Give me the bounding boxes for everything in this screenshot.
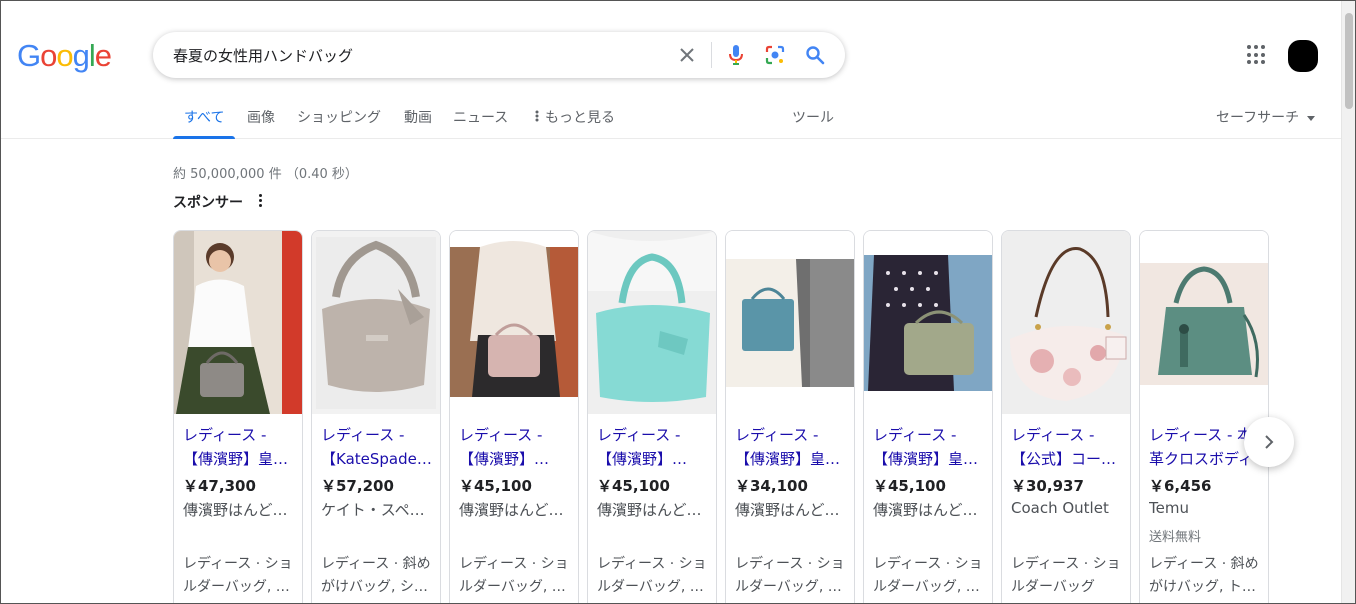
sponsored-label: スポンサー [173, 195, 243, 211]
product-card[interactable]: レディース - 【傳濱野】皇… ￥45,100 傳濱野はんど… レディース · … [863, 230, 993, 603]
product-seller: 傳濱野はんど… [873, 501, 978, 519]
product-image[interactable] [312, 231, 440, 414]
product-seller: 傳濱野はんど… [183, 501, 288, 519]
product-image[interactable] [1002, 231, 1130, 414]
safe-search-label: セーフサーチ [1216, 110, 1300, 126]
product-title-line1[interactable]: レディース - [1011, 423, 1129, 447]
tools-button[interactable]: ツール [792, 107, 834, 127]
product-seller: Temu [1149, 499, 1189, 517]
product-category-line1: レディース · 斜め [321, 556, 431, 572]
product-category-line2: ルダーバッグ [1011, 579, 1095, 595]
product-image[interactable] [726, 231, 854, 414]
product-category-line2: ルダーバッグ, … [459, 579, 566, 595]
browser-viewport: Google 春夏の女性用ハンドバッグ すべて 画像 ショッピング 動画 ニュー… [0, 0, 1356, 604]
account-avatar[interactable] [1288, 40, 1318, 72]
product-title-line2[interactable]: 【傳濱野】皇… [735, 447, 851, 471]
scrollbar-thumb[interactable] [1345, 13, 1353, 109]
dropdown-arrow-icon [1307, 115, 1316, 121]
product-image[interactable] [1140, 231, 1268, 414]
product-price: ￥57,200 [321, 477, 394, 495]
product-category-line2: がけバッグ, シ… [321, 579, 428, 595]
product-title-line2[interactable]: 【KateSpade… [321, 447, 437, 471]
product-price: ￥45,100 [873, 477, 946, 495]
product-price: ￥45,100 [597, 477, 670, 495]
product-title-line2[interactable]: 【公式】コー… [1011, 447, 1127, 471]
product-category-line2: ルダーバッグ, … [183, 579, 290, 595]
product-title-line2[interactable]: 【傳濱野】… [597, 447, 713, 471]
product-category-line1: レディース · 斜め [1149, 556, 1259, 572]
google-logo[interactable]: Google [17, 38, 112, 74]
lens-camera-icon[interactable] [763, 43, 787, 67]
tab-videos[interactable]: 動画 [404, 107, 432, 127]
microphone-icon[interactable] [724, 43, 748, 67]
tab-news[interactable]: ニュース [453, 107, 508, 127]
product-category-line2: ルダーバッグ, … [735, 579, 842, 595]
chevron-right-icon [1265, 435, 1274, 449]
apps-grid-icon[interactable] [1247, 45, 1267, 65]
product-card[interactable]: レディース - 【KateSpade… ￥57,200 ケイト・スペ… レディー… [311, 230, 441, 603]
product-title-line1[interactable]: レディース - [873, 423, 991, 447]
product-card[interactable]: レディース - 【傳濱野】… ￥45,100 傳濱野はんど… レディース · シ… [449, 230, 579, 603]
product-image[interactable] [864, 231, 992, 414]
product-card[interactable]: レディース - 【傳濱野】… ￥45,100 傳濱野はんど… レディース · シ… [587, 230, 717, 603]
product-image[interactable] [174, 231, 302, 414]
sponsored-menu-icon[interactable] [257, 194, 263, 210]
product-seller: Coach Outlet [1011, 499, 1109, 517]
product-card[interactable]: レディース - 【公式】コー… ￥30,937 Coach Outlet レディ… [1001, 230, 1131, 603]
clear-icon[interactable] [675, 43, 699, 67]
product-title-line1[interactable]: レディース - [735, 423, 853, 447]
product-price: ￥34,100 [735, 477, 808, 495]
product-title-line2[interactable]: 【傳濱野】皇… [873, 447, 989, 471]
product-seller: ケイト・スペ… [321, 501, 425, 519]
more-dots-icon [535, 110, 539, 126]
product-category-line1: レディース · ショ [1011, 556, 1121, 572]
product-title-line1[interactable]: レディース - [321, 423, 439, 447]
product-title-line2[interactable]: 【傳濱野】皇… [183, 447, 299, 471]
search-divider [711, 42, 712, 68]
search-tabs: すべて 画像 ショッピング 動画 ニュース もっと見る ツール セーフサーチ [1, 103, 1342, 139]
tab-more[interactable]: もっと見る [535, 107, 615, 127]
product-category-line1: レディース · ショ [735, 556, 845, 572]
product-category-line1: レディース · ショ [459, 556, 569, 572]
product-category-line1: レディース · ショ [183, 556, 293, 572]
product-seller: 傳濱野はんど… [735, 501, 840, 519]
tab-shopping[interactable]: ショッピング [297, 107, 381, 127]
carousel-next-button[interactable] [1244, 417, 1294, 467]
product-category-line2: ルダーバッグ, … [873, 579, 980, 595]
tab-all[interactable]: すべて [184, 107, 224, 127]
vertical-scrollbar[interactable] [1341, 1, 1355, 603]
search-input[interactable]: 春夏の女性用ハンドバッグ [173, 45, 353, 66]
product-category-line2: ルダーバッグ, … [597, 579, 704, 595]
tab-images[interactable]: 画像 [247, 107, 275, 127]
search-box[interactable]: 春夏の女性用ハンドバッグ [153, 32, 845, 78]
product-title-line2[interactable]: 【傳濱野】… [459, 447, 575, 471]
product-shipping: 送料無料 [1149, 530, 1202, 545]
search-icon[interactable] [803, 43, 827, 67]
product-category-line1: レディース · ショ [873, 556, 983, 572]
product-title-line1[interactable]: レディース - [183, 423, 301, 447]
product-price: ￥30,937 [1011, 477, 1084, 495]
product-price: ￥6,456 [1149, 477, 1212, 495]
product-image[interactable] [588, 231, 716, 414]
product-price: ￥45,100 [459, 477, 532, 495]
product-seller: 傳濱野はんど… [459, 501, 564, 519]
safe-search-menu[interactable]: セーフサーチ [1216, 107, 1316, 127]
product-card[interactable]: レディース - 本 革クロスボディ ￥6,456 Temu 送料無料 レディース… [1139, 230, 1269, 603]
product-title-line1[interactable]: レディース - [597, 423, 715, 447]
result-stats: 約 50,000,000 件 （0.40 秒） [173, 167, 358, 182]
product-category-line2: がけバッグ, ト… [1149, 579, 1256, 595]
product-carousel: レディース - 【傳濱野】皇… ￥47,300 傳濱野はんど… レディース · … [173, 230, 1271, 603]
product-image[interactable] [450, 231, 578, 414]
product-title-line1[interactable]: レディース - [459, 423, 577, 447]
product-price: ￥47,300 [183, 477, 256, 495]
product-card[interactable]: レディース - 【傳濱野】皇… ￥47,300 傳濱野はんど… レディース · … [173, 230, 303, 603]
tab-more-label: もっと見る [545, 110, 615, 126]
product-card[interactable]: レディース - 【傳濱野】皇… ￥34,100 傳濱野はんど… レディース · … [725, 230, 855, 603]
product-category-line1: レディース · ショ [597, 556, 707, 572]
product-seller: 傳濱野はんど… [597, 501, 702, 519]
active-tab-indicator [173, 136, 235, 139]
